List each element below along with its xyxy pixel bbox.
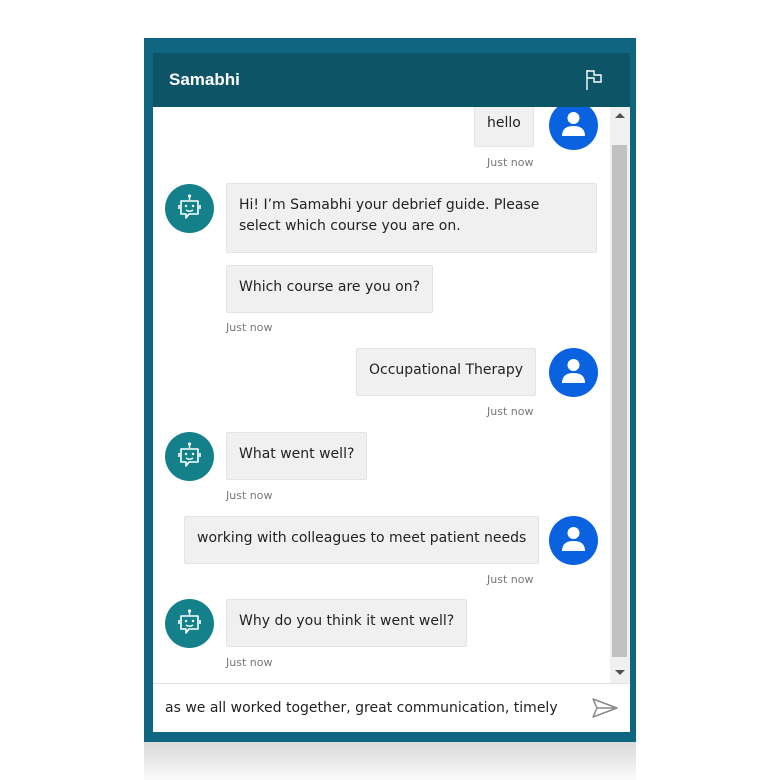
bot-avatar: [165, 599, 214, 648]
scrollbar-thumb[interactable]: [612, 145, 627, 657]
message-timestamp: Just now: [226, 656, 273, 669]
message-timestamp: Just now: [226, 489, 273, 502]
bot-avatar: [165, 432, 214, 481]
scroll-up-arrow-icon[interactable]: [615, 113, 625, 118]
bot-message: What went well?: [226, 432, 368, 480]
chat-transcript: hello Just now Hi! I’m Samabhi your debr…: [153, 107, 610, 683]
send-icon[interactable]: [591, 696, 619, 720]
user-avatar: [549, 107, 598, 150]
window-shadow: [144, 742, 636, 780]
chat-title: Samabhi: [169, 70, 240, 89]
user-avatar: [549, 348, 598, 397]
transcript-scrollbar[interactable]: [610, 107, 630, 683]
person-icon: [562, 112, 585, 136]
message-timestamp: Just now: [487, 156, 534, 169]
bot-message: Which course are you on?: [226, 265, 434, 313]
message-input-bar: [153, 683, 630, 732]
bot-avatar: [165, 184, 214, 233]
bot-message: Why do you think it went well?: [226, 599, 468, 647]
person-icon: [562, 359, 585, 383]
chat-window: Samabhi hello Just now Hi! I’m Samabhi y…: [153, 53, 630, 732]
user-avatar: [549, 516, 598, 565]
scroll-down-arrow-icon[interactable]: [615, 670, 625, 675]
bot-message: Hi! I’m Samabhi your debrief guide. Plea…: [226, 183, 597, 253]
person-icon: [562, 527, 585, 551]
user-message: working with colleagues to meet patient …: [184, 516, 540, 564]
message-input[interactable]: [165, 696, 565, 720]
user-message: hello: [474, 107, 534, 147]
message-timestamp: Just now: [487, 573, 534, 586]
robot-icon: [178, 609, 201, 634]
message-timestamp: Just now: [226, 321, 273, 334]
user-message: Occupational Therapy: [356, 348, 537, 396]
flag-icon[interactable]: [585, 69, 605, 91]
robot-icon: [178, 194, 201, 219]
message-timestamp: Just now: [487, 405, 534, 418]
robot-icon: [178, 442, 201, 467]
chat-header: Samabhi: [153, 53, 630, 107]
